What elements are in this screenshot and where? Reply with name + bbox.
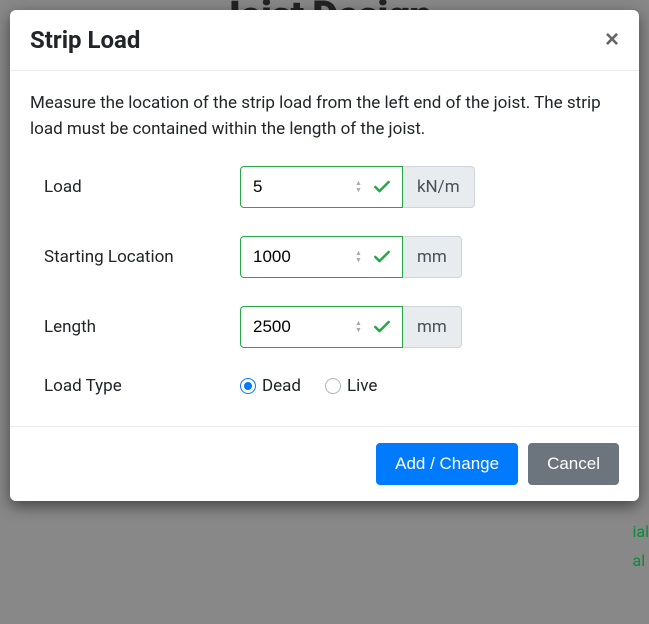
chevron-down-icon: ▼ <box>355 257 362 264</box>
close-icon: × <box>605 26 619 53</box>
radio-dot-icon <box>244 382 252 390</box>
load-input-wrap: ▲ ▼ <box>240 166 403 208</box>
cancel-button[interactable]: Cancel <box>528 443 619 485</box>
radio-icon <box>240 378 256 394</box>
load-type-label: Load Type <box>44 376 240 396</box>
load-stepper[interactable]: ▲ ▼ <box>351 180 366 194</box>
length-unit: mm <box>403 306 462 348</box>
load-unit: kN/m <box>403 166 475 208</box>
close-button[interactable]: × <box>605 28 619 52</box>
load-row: Load ▲ ▼ kN/m <box>30 166 619 208</box>
length-input[interactable] <box>241 307 351 347</box>
starting-location-input[interactable] <box>241 237 351 277</box>
starting-location-row: Starting Location ▲ ▼ mm <box>30 236 619 278</box>
radio-dead[interactable]: Dead <box>240 376 301 396</box>
modal-header: Strip Load × <box>10 10 639 71</box>
check-icon <box>366 317 402 337</box>
check-icon <box>366 177 402 197</box>
strip-load-modal: Strip Load × Measure the location of the… <box>10 10 639 501</box>
check-icon <box>366 247 402 267</box>
radio-icon <box>325 378 341 394</box>
modal-footer: Add / Change Cancel <box>10 426 639 501</box>
load-type-row: Load Type Dead Live <box>30 376 619 396</box>
length-input-group: ▲ ▼ mm <box>240 306 462 348</box>
starting-location-input-wrap: ▲ ▼ <box>240 236 403 278</box>
length-stepper[interactable]: ▲ ▼ <box>351 320 366 334</box>
modal-description: Measure the location of the strip load f… <box>30 91 619 142</box>
length-label: Length <box>44 317 240 337</box>
radio-dead-label: Dead <box>262 376 301 396</box>
load-type-radio-group: Dead Live <box>240 376 377 396</box>
starting-location-input-group: ▲ ▼ mm <box>240 236 462 278</box>
chevron-down-icon: ▼ <box>355 187 362 194</box>
radio-live[interactable]: Live <box>325 376 377 396</box>
length-input-wrap: ▲ ▼ <box>240 306 403 348</box>
load-label: Load <box>44 177 240 197</box>
load-input-group: ▲ ▼ kN/m <box>240 166 475 208</box>
starting-location-unit: mm <box>403 236 462 278</box>
background-text: ial al <box>633 518 649 576</box>
starting-location-label: Starting Location <box>44 247 240 267</box>
radio-live-label: Live <box>347 376 377 396</box>
modal-body: Measure the location of the strip load f… <box>10 71 639 426</box>
chevron-down-icon: ▼ <box>355 327 362 334</box>
starting-location-stepper[interactable]: ▲ ▼ <box>351 250 366 264</box>
length-row: Length ▲ ▼ mm <box>30 306 619 348</box>
modal-title: Strip Load <box>30 26 140 54</box>
add-change-button[interactable]: Add / Change <box>376 443 518 485</box>
load-input[interactable] <box>241 167 351 207</box>
